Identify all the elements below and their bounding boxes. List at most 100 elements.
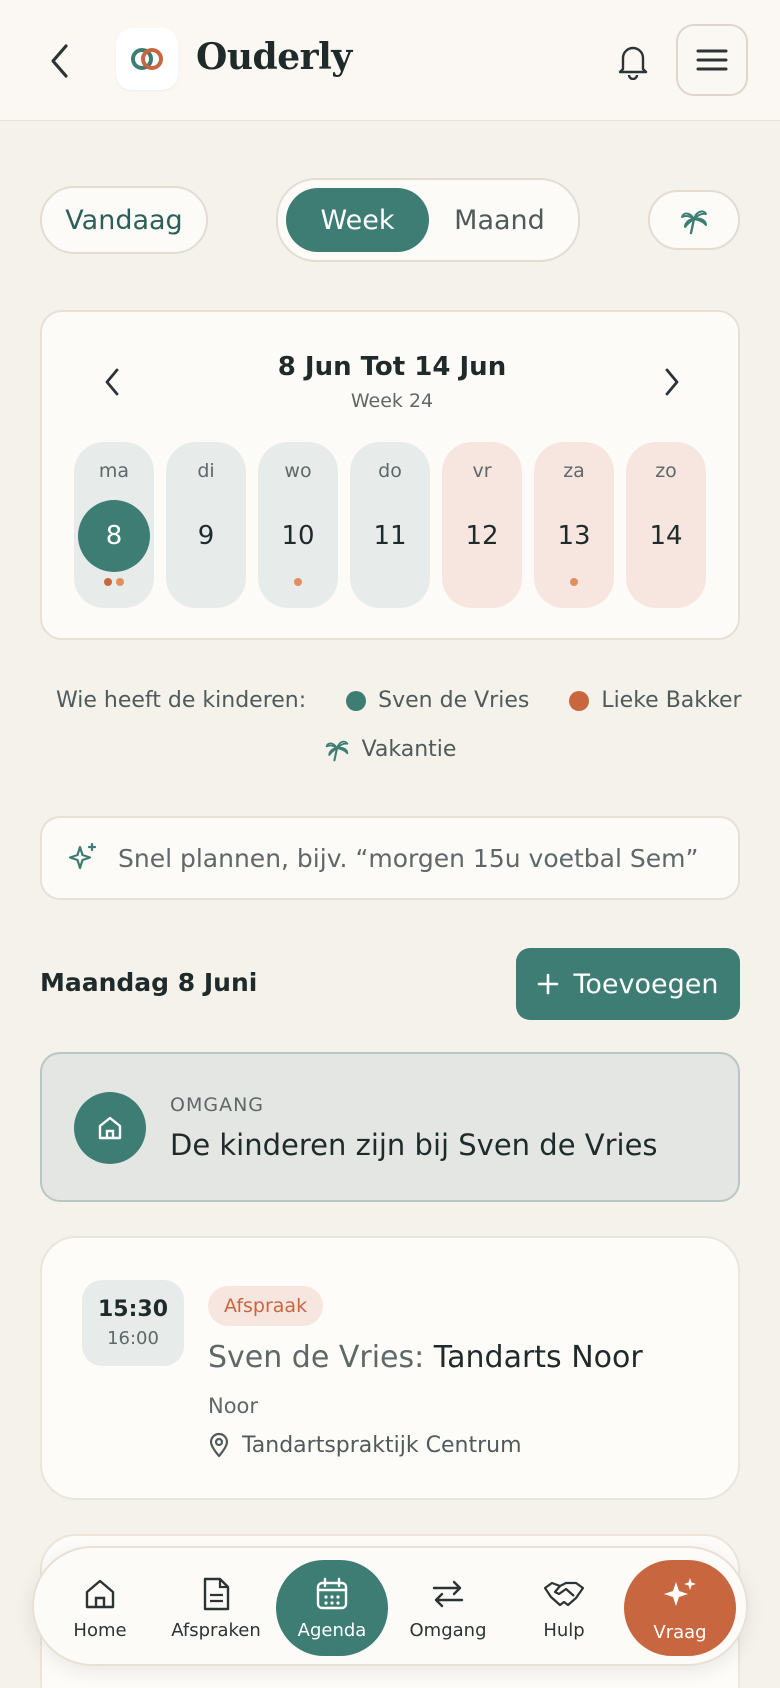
calendar-icon	[316, 1577, 348, 1609]
custody-text: De kinderen zijn bij Sven de Vries	[170, 1128, 658, 1162]
nav-home[interactable]: Home	[44, 1558, 156, 1658]
quick-plan-input[interactable]	[118, 843, 718, 873]
chevron-right-icon	[665, 368, 679, 396]
nav-afspraken-label: Afspraken	[171, 1619, 261, 1641]
selected-day-title: Maandag 8 Juni	[40, 968, 258, 997]
custody-legend: Wie heeft de kinderen: Sven de Vries Lie…	[56, 688, 742, 713]
legend-label: Wie heeft de kinderen:	[56, 688, 307, 713]
appointment-name: Tandarts Noor	[433, 1340, 643, 1375]
custody-avatar	[74, 1092, 146, 1164]
nav-agenda-label: Agenda	[297, 1619, 367, 1641]
nav-afspraken[interactable]: Afspraken	[160, 1558, 272, 1658]
nav-agenda[interactable]: Agenda	[276, 1560, 388, 1656]
week-number: Week 24	[350, 390, 434, 412]
day-name: za	[563, 460, 585, 482]
location-pin-icon	[209, 1432, 229, 1458]
day-name: vr	[472, 460, 492, 482]
day-monday[interactable]: ma 8	[74, 442, 154, 608]
vacation-legend: Vakantie	[0, 736, 780, 762]
day-number: 13	[557, 521, 591, 551]
day-sunday[interactable]: zo 14	[626, 442, 706, 608]
vacation-button[interactable]	[648, 190, 740, 250]
view-switch: Week Maand	[276, 178, 580, 262]
add-button[interactable]: Toevoegen	[516, 948, 740, 1020]
day-saturday[interactable]: za 13	[534, 442, 614, 608]
custody-card[interactable]: OMGANG De kinderen zijn bij Sven de Vrie…	[40, 1052, 740, 1202]
nav-hulp[interactable]: Hulp	[508, 1558, 620, 1658]
legend-dot-parent-b	[569, 690, 590, 711]
palm-tree-icon	[681, 210, 707, 235]
day-friday[interactable]: vr 12	[442, 442, 522, 608]
end-time: 16:00	[107, 1328, 159, 1349]
document-icon	[203, 1577, 230, 1610]
nav-vraag[interactable]: Vraag	[624, 1560, 736, 1656]
event-dot	[294, 578, 302, 586]
nav-omgang-label: Omgang	[409, 1619, 487, 1641]
tab-month[interactable]: Maand	[429, 188, 570, 252]
bell-icon	[618, 46, 648, 80]
plus-icon	[538, 973, 559, 995]
day-number: 8	[78, 500, 150, 572]
today-button[interactable]: Vandaag	[40, 186, 208, 254]
event-dot	[570, 578, 578, 586]
handshake-icon	[543, 1581, 585, 1606]
home-icon	[85, 1579, 115, 1608]
custody-eyebrow: OMGANG	[170, 1094, 265, 1116]
appointment-title: Sven de Vries: Tandarts Noor	[208, 1340, 643, 1375]
notifications-button[interactable]	[610, 36, 656, 86]
location-text: Tandartspraktijk Centrum	[242, 1432, 522, 1458]
day-number: 9	[197, 521, 215, 551]
day-thursday[interactable]: do 11	[350, 442, 430, 608]
day-number: 14	[649, 521, 683, 551]
day-wednesday[interactable]: wo 10	[258, 442, 338, 608]
home-icon	[98, 1116, 122, 1140]
app-header: Ouderly	[0, 0, 780, 121]
appointment-parent: Sven de Vries:	[208, 1340, 425, 1375]
day-tuesday[interactable]: di 9	[166, 442, 246, 608]
legend-vacation: Vakantie	[361, 736, 457, 762]
legend-parent-b: Lieke Bakker	[601, 688, 742, 713]
nav-hulp-label: Hulp	[543, 1619, 585, 1641]
day-name: di	[197, 460, 215, 482]
nav-home-label: Home	[73, 1619, 127, 1641]
brand-name: Ouderly	[196, 36, 352, 78]
week-range: 8 Jun Tot 14 Jun	[277, 352, 507, 382]
sparkles-icon	[68, 842, 97, 870]
day-number: 10	[281, 521, 315, 551]
week-calendar: 8 Jun Tot 14 Jun Week 24 ma 8 di 9 wo 10…	[40, 310, 740, 640]
bottom-nav: Home Afspraken Agenda Omgang Hulp Vraag	[32, 1546, 748, 1666]
event-dot	[116, 578, 124, 586]
nav-omgang[interactable]: Omgang	[392, 1558, 504, 1658]
quick-plan-field[interactable]	[40, 816, 740, 900]
sparkles-icon	[664, 1577, 696, 1606]
appointment-badge: Afspraak	[208, 1286, 324, 1326]
menu-button[interactable]	[676, 24, 748, 96]
palm-tree-icon	[325, 740, 348, 762]
day-dots	[294, 578, 302, 588]
app-logo	[116, 28, 178, 90]
legend-dot-parent-a	[346, 690, 367, 711]
back-button[interactable]	[40, 36, 80, 86]
day-dots	[104, 578, 124, 588]
day-name: do	[378, 460, 402, 482]
day-name: wo	[284, 460, 312, 482]
appointment-time: 15:30 16:00	[82, 1280, 184, 1366]
appointment-card[interactable]: 15:30 16:00 Afspraak Sven de Vries: Tand…	[40, 1236, 740, 1500]
nav-vraag-label: Vraag	[653, 1621, 707, 1643]
day-dots	[570, 578, 578, 588]
appointment-location: Tandartspraktijk Centrum	[208, 1432, 522, 1458]
legend-parent-a: Sven de Vries	[378, 688, 530, 713]
tab-week[interactable]: Week	[286, 188, 429, 252]
start-time: 15:30	[97, 1297, 169, 1322]
event-dot	[104, 578, 112, 586]
chevron-left-icon	[51, 44, 68, 78]
day-number: 11	[373, 521, 407, 551]
appointment-child: Noor	[208, 1394, 259, 1418]
next-week-button[interactable]	[654, 360, 690, 404]
day-strip: ma 8 di 9 wo 10 do 11 vr 12 za 13 zo 14	[74, 442, 710, 608]
day-number: 12	[465, 521, 499, 551]
swap-arrows-icon	[432, 1580, 464, 1607]
day-name: zo	[655, 460, 677, 482]
hamburger-icon	[696, 49, 728, 71]
day-name: ma	[98, 460, 130, 482]
